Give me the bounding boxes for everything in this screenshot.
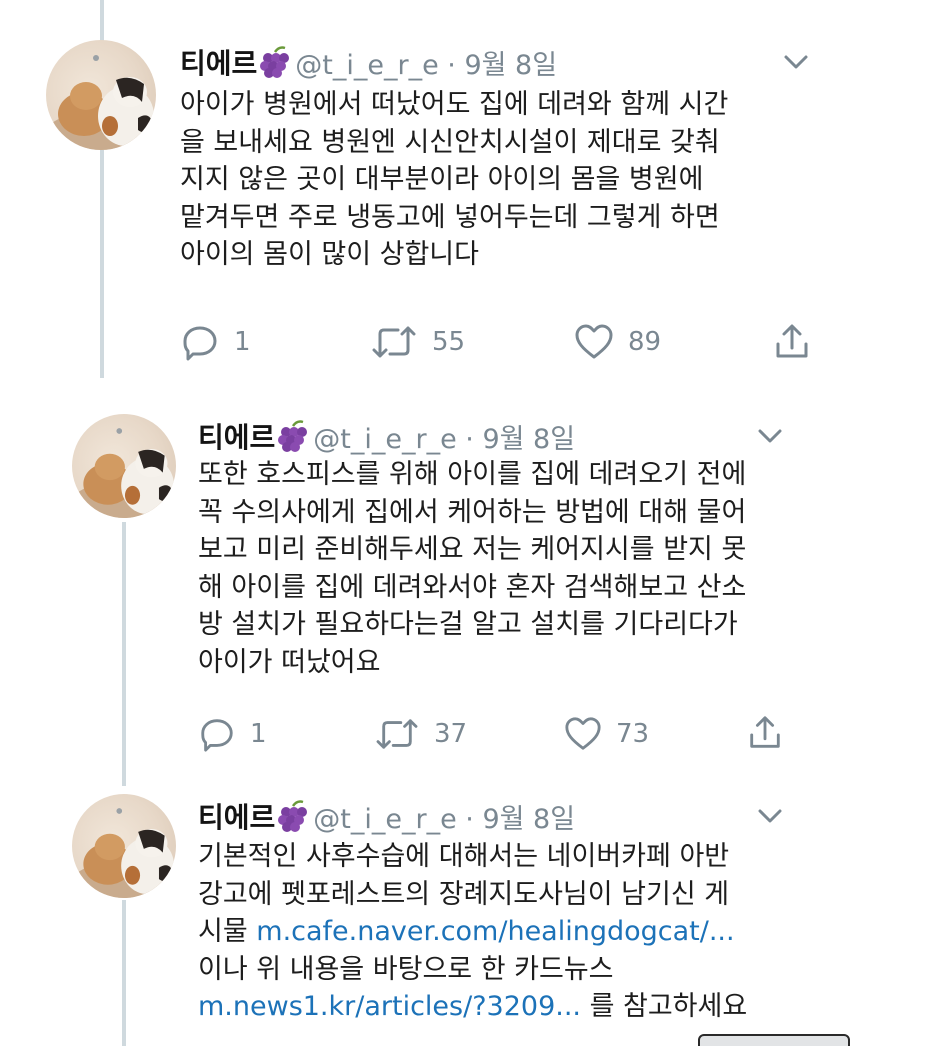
tweet-actions: 1 37 73 [198,714,798,754]
tweet-text-line: 강고에 펫포레스트의 장례지도사님이 남기신 게 [198,878,730,910]
retweet-count: 37 [434,719,468,749]
tweet-header: 티에르 @t_i_e_r_e · 9월 8일 [198,796,575,836]
tweet-2[interactable]: 티에르 @t_i_e_r_e · 9월 8일 또한 호스피스를 위해 아이를 집… [0,400,942,780]
tweet-text-line: 아이가 병원에서 떠났어도 집에 데려와 함께 시간 [180,89,729,120]
retweet-button[interactable]: 55 [370,322,465,362]
tweet-text-line: 시물 m.cafe.naver.com/healingdogcat/... [198,913,747,951]
retweet-button[interactable]: 37 [374,714,467,754]
tweet-text-fragment: 를 참고하세요 [581,991,748,1022]
grape-emoji-icon [277,420,308,452]
tweet-text: 아이가 병원에서 떠났어도 집에 데려와 함께 시간 을 보내세요 병원엔 시신… [180,86,728,274]
tweet-text: 또한 호스피스를 위해 아이를 집에 데려오기 전에 꼭 수의사에게 집에서 케… [198,456,746,681]
retweet-icon [376,719,418,749]
tweet-text-line: 지지 않은 곳이 대부분이라 아이의 몸을 병원에 [180,164,704,195]
tweet-text-line: 꼭 수의사에게 집에서 케어하는 방법에 대해 물어 [198,496,747,528]
retweet-icon [372,326,416,358]
news1-link[interactable]: m.news1.kr/articles/?3209... [198,991,581,1022]
tweet-1[interactable]: 티에르 @t_i_e_r_e · 9월 8일 아이가 병원에서 떠났어도 집에 … [0,0,942,390]
chevron-down-icon[interactable] [756,806,784,826]
tweet-text-line: 이나 위 내용을 바탕으로 한 카드뉴스 [198,953,614,985]
like-count: 73 [616,719,650,749]
tweet-text-fragment: 시물 [198,916,257,947]
chevron-down-icon[interactable] [756,426,784,446]
like-button[interactable]: 89 [574,322,661,362]
grape-emoji-icon [259,46,290,78]
like-button[interactable]: 73 [564,714,649,754]
reply-icon [201,719,233,752]
tweet-text-line: 맡겨두면 주로 냉동고에 넣어두는데 그렇게 하면 [180,201,720,233]
share-icon [776,324,808,358]
handle-and-date[interactable]: @t_i_e_r_e · 9월 8일 [295,43,557,82]
tweet-text-line: 방 설치가 필요하다는걸 알고 설치를 기다리다가 [198,609,738,640]
show-more-button[interactable] [698,1034,850,1046]
tweet-text-line: 보고 미리 준비해두세요 저는 케어지시를 받지 못 [198,534,747,565]
tweet-text-line: m.news1.kr/articles/?3209... 를 참고하세요 [198,988,747,1026]
reply-button[interactable]: 1 [180,322,251,362]
reply-count: 1 [250,719,267,749]
reply-icon [183,326,217,361]
grape-emoji-icon [277,800,308,832]
tweet-text-line: 을 보내세요 병원엔 시신안치시설이 제대로 갖춰 [180,126,720,158]
naver-cafe-link[interactable]: m.cafe.naver.com/healingdogcat/... [256,916,734,947]
share-button[interactable] [746,714,784,756]
display-name[interactable]: 티에르 [180,42,257,82]
tweet-header: 티에르 @t_i_e_r_e · 9월 8일 [180,42,557,82]
reply-count: 1 [234,327,251,357]
reply-button[interactable]: 1 [198,714,267,754]
like-count: 89 [628,327,662,357]
tweet-text-line: 해 아이를 집에 데려와서야 혼자 검색해보고 산소 [198,571,747,603]
share-icon [750,716,780,748]
avatar[interactable] [72,794,176,898]
share-button[interactable] [772,322,812,366]
tweet-text-line: 아이가 떠났어요 [198,646,381,678]
like-icon [575,324,613,359]
retweet-count: 55 [432,327,466,357]
tweet-text-line: 기본적인 사후수습에 대해서는 네이버카페 아반 [198,841,730,872]
handle-and-date[interactable]: @t_i_e_r_e · 9월 8일 [313,797,575,836]
handle-and-date[interactable]: @t_i_e_r_e · 9월 8일 [313,417,575,456]
tweet-header: 티에르 @t_i_e_r_e · 9월 8일 [198,416,575,456]
avatar[interactable] [72,414,176,518]
chevron-down-icon[interactable] [782,52,810,72]
display-name[interactable]: 티에르 [198,796,275,836]
avatar[interactable] [46,40,156,150]
tweet-text: 기본적인 사후수습에 대해서는 네이버카페 아반 강고에 펫포레스트의 장례지도… [198,838,747,1026]
like-icon [565,717,601,750]
tweet-3[interactable]: 티에르 @t_i_e_r_e · 9월 8일 기본적인 사후수습에 대해서는 네… [0,782,942,1046]
tweet-actions: 1 55 89 [180,322,820,362]
display-name[interactable]: 티에르 [198,416,275,456]
tweet-text-line: 아이의 몸이 많이 상합니다 [180,239,479,270]
tweet-text-line: 또한 호스피스를 위해 아이를 집에 데려오기 전에 [198,459,747,490]
